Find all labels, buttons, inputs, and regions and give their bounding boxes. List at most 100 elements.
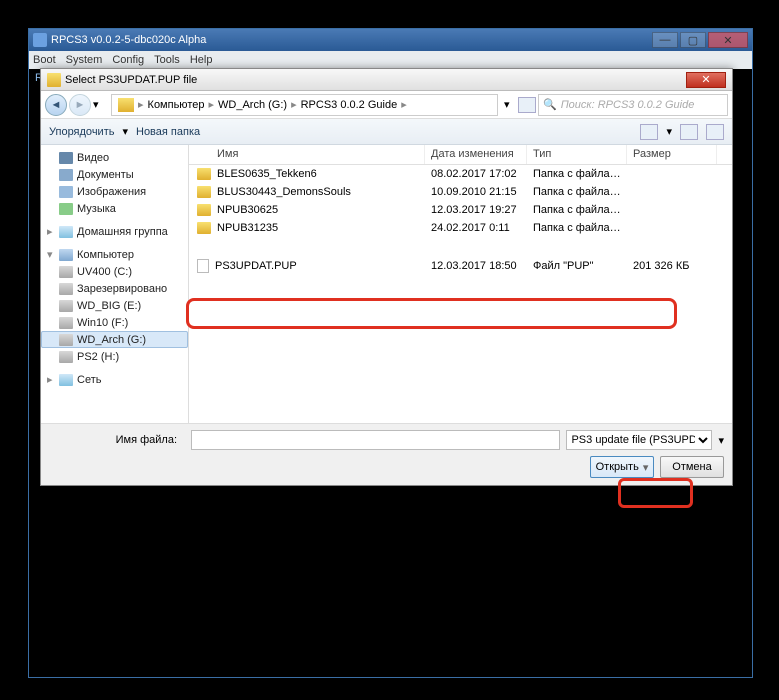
app-title: RPCS3 v0.0.2-5-dbc020c Alpha — [51, 34, 206, 46]
nav-tree[interactable]: Видео Документы Изображения Музыка ▸Дома… — [41, 145, 189, 423]
tree-item-images[interactable]: Изображения — [41, 183, 188, 200]
maximize-button[interactable]: ▢ — [680, 32, 706, 48]
file-date: 24.02.2017 0:11 — [425, 222, 527, 234]
tree-item-computer[interactable]: ▾ Компьютер — [41, 246, 188, 263]
column-date[interactable]: Дата изменения — [425, 145, 527, 164]
chevron-down-icon[interactable]: ▾ — [122, 125, 128, 138]
tree-item-network[interactable]: ▸ Сеть — [41, 371, 188, 388]
menu-boot[interactable]: Boot — [33, 54, 56, 66]
file-type: Папка с файлами — [527, 186, 627, 198]
column-name[interactable]: Имя — [189, 145, 425, 164]
column-size[interactable]: Размер — [627, 145, 717, 164]
search-input[interactable]: 🔍 Поиск: RPCS3 0.0.2 Guide — [538, 94, 728, 116]
breadcrumb-segment[interactable]: Компьютер — [144, 99, 209, 111]
dialog-content: Видео Документы Изображения Музыка ▸Дома… — [41, 145, 732, 423]
file-date: 12.03.2017 18:50 — [425, 260, 527, 272]
filename-input[interactable] — [191, 430, 560, 450]
file-size: 201 326 КБ — [627, 260, 717, 272]
folder-icon — [118, 98, 134, 112]
view-options-button[interactable] — [640, 124, 658, 140]
nav-history-dropdown[interactable]: ▾ — [93, 98, 105, 111]
music-icon — [59, 203, 73, 215]
new-folder-button[interactable]: Новая папка — [136, 126, 200, 138]
tree-label: Компьютер — [77, 249, 134, 261]
drive-icon — [59, 334, 73, 346]
folder-icon — [197, 204, 211, 216]
tree-item-music[interactable]: Музыка — [41, 200, 188, 217]
file-row[interactable]: PS3UPDAT.PUP12.03.2017 18:50Файл "PUP"20… — [189, 257, 732, 275]
dialog-close-button[interactable]: ✕ — [686, 72, 726, 88]
file-list: Имя Дата изменения Тип Размер BLES0635_T… — [189, 145, 732, 423]
nav-back-button[interactable]: ◄ — [45, 94, 67, 116]
menu-system[interactable]: System — [66, 54, 103, 66]
filetype-select[interactable]: PS3 update file (PS3UPDAT.PUP — [566, 430, 712, 450]
tree-item-drive[interactable]: UV400 (C:) — [41, 263, 188, 280]
breadcrumb-segment[interactable]: RPCS3 0.0.2 Guide — [297, 99, 402, 111]
tree-item-drive[interactable]: PS2 (H:) — [41, 348, 188, 365]
file-date: 08.02.2017 17:02 — [425, 168, 527, 180]
file-name: NPUB31235 — [217, 222, 278, 234]
chevron-down-icon[interactable]: ▾ — [666, 125, 672, 138]
chevron-right-icon[interactable]: ▸ — [47, 373, 55, 386]
search-icon: 🔍 — [543, 98, 557, 111]
tree-item-videos[interactable]: Видео — [41, 149, 188, 166]
refresh-button[interactable] — [518, 97, 536, 113]
preview-pane-button[interactable] — [680, 124, 698, 140]
file-date: 10.09.2010 21:15 — [425, 186, 527, 198]
tree-item-drive[interactable]: Win10 (F:) — [41, 314, 188, 331]
chevron-right-icon[interactable]: ▸ — [401, 98, 407, 111]
tree-label: Изображения — [77, 186, 146, 198]
folder-icon — [197, 222, 211, 234]
nav-forward-button[interactable]: ► — [69, 94, 91, 116]
drive-icon — [59, 317, 73, 329]
cancel-button[interactable]: Отмена — [660, 456, 724, 478]
computer-icon — [59, 249, 73, 261]
tree-item-drive[interactable]: Зарезервировано — [41, 280, 188, 297]
app-menubar: Boot System Config Tools Help — [29, 51, 752, 69]
document-icon — [59, 169, 73, 181]
chevron-down-icon[interactable]: ▾ — [47, 248, 55, 261]
breadcrumb-dropdown[interactable]: ▾ — [504, 98, 516, 111]
menu-tools[interactable]: Tools — [154, 54, 180, 66]
file-type: Файл "PUP" — [527, 260, 627, 272]
app-titlebar[interactable]: RPCS3 v0.0.2-5-dbc020c Alpha — ▢ ✕ — [29, 29, 752, 51]
chevron-down-icon[interactable]: ▾ — [718, 434, 724, 447]
breadcrumb-segment[interactable]: WD_Arch (G:) — [214, 99, 291, 111]
tree-label: Сеть — [77, 374, 101, 386]
tree-label: PS2 (H:) — [77, 351, 119, 363]
file-date: 12.03.2017 19:27 — [425, 204, 527, 216]
file-name: BLES0635_Tekken6 — [217, 168, 317, 180]
menu-config[interactable]: Config — [112, 54, 144, 66]
folder-icon — [197, 186, 211, 198]
chevron-down-icon[interactable]: ▾ — [643, 461, 649, 474]
tree-label: Win10 (F:) — [77, 317, 128, 329]
open-button[interactable]: Открыть ▾ — [590, 456, 654, 478]
tree-item-drive[interactable]: WD_BIG (E:) — [41, 297, 188, 314]
dialog-titlebar[interactable]: Select PS3UPDAT.PUP file ✕ — [41, 69, 732, 91]
help-button[interactable] — [706, 124, 724, 140]
file-list-header[interactable]: Имя Дата изменения Тип Размер — [189, 145, 732, 165]
file-name: NPUB30625 — [217, 204, 278, 216]
menu-help[interactable]: Help — [190, 54, 213, 66]
file-row[interactable]: BLUS30443_DemonsSouls10.09.2010 21:15Пап… — [189, 183, 732, 201]
file-row[interactable]: NPUB3062512.03.2017 19:27Папка с файлами — [189, 201, 732, 219]
minimize-button[interactable]: — — [652, 32, 678, 48]
file-row[interactable]: BLES0635_Tekken608.02.2017 17:02Папка с … — [189, 165, 732, 183]
folder-icon — [47, 73, 61, 87]
tree-item-drive-selected[interactable]: WD_Arch (G:) — [41, 331, 188, 348]
tree-label: WD_Arch (G:) — [77, 334, 146, 346]
network-icon — [59, 374, 73, 386]
file-list-body[interactable]: BLES0635_Tekken6 08.02.2017 17:02Папка с … — [189, 165, 732, 423]
breadcrumb[interactable]: ▸ Компьютер ▸ WD_Arch (G:) ▸ RPCS3 0.0.2… — [111, 94, 498, 116]
organize-menu[interactable]: Упорядочить — [49, 126, 114, 138]
drive-icon — [59, 300, 73, 312]
tree-item-documents[interactable]: Документы — [41, 166, 188, 183]
tree-label: Видео — [77, 152, 109, 164]
close-button[interactable]: ✕ — [708, 32, 748, 48]
cancel-label: Отмена — [672, 461, 711, 473]
chevron-right-icon[interactable]: ▸ — [47, 225, 55, 238]
file-row[interactable]: NPUB3123524.02.2017 0:11Папка с файлами — [189, 219, 732, 237]
drive-icon — [59, 266, 73, 278]
column-type[interactable]: Тип — [527, 145, 627, 164]
tree-item-homegroup[interactable]: ▸Домашняя группа — [41, 223, 188, 240]
